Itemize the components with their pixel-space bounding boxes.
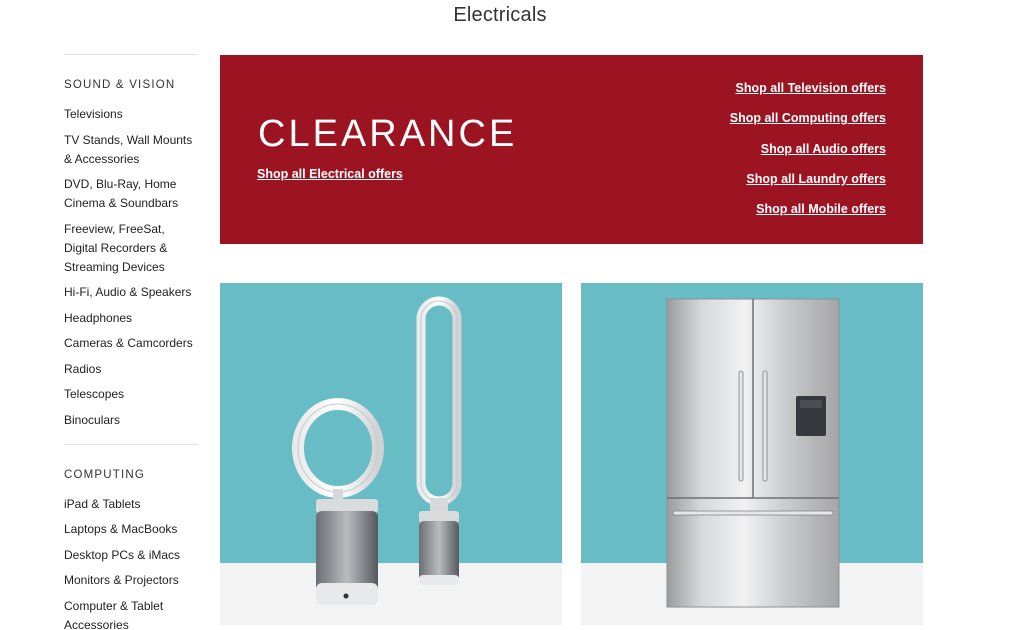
sidebar-item-radios[interactable]: Radios	[64, 360, 198, 379]
sidebar-item-monitors[interactable]: Monitors & Projectors	[64, 571, 198, 590]
sidebar-item-tv-stands[interactable]: TV Stands, Wall Mounts & Accessories	[64, 131, 198, 169]
sidebar-item-freeview[interactable]: Freeview, FreeSat, Digital Recorders & S…	[64, 220, 198, 277]
sidebar-divider	[64, 443, 198, 445]
sidebar-item-dvd-bluray[interactable]: DVD, Blu-Ray, Home Cinema & Soundbars	[64, 175, 198, 213]
sidebar-item-headphones[interactable]: Headphones	[64, 309, 198, 328]
sidebar-item-binoculars[interactable]: Binoculars	[64, 411, 198, 430]
page-title: Electricals	[453, 4, 547, 26]
sidebar-item-ipad-tablets[interactable]: iPad & Tablets	[64, 495, 198, 514]
sidebar-divider	[64, 54, 198, 55]
sound-vision-list: Televisions TV Stands, Wall Mounts & Acc…	[64, 105, 198, 430]
sidebar-item-desktops[interactable]: Desktop PCs & iMacs	[64, 546, 198, 565]
fan-purifier-tile[interactable]	[220, 283, 562, 625]
banner-offer-links: Shop all Television offers Shop all Comp…	[730, 81, 886, 232]
sidebar-nav: SOUND & VISION Televisions TV Stands, Wa…	[64, 54, 198, 630]
fridge-freezer-tile[interactable]	[581, 283, 923, 625]
section-heading-computing: COMPUTING	[64, 468, 146, 481]
shop-computing-offers-link[interactable]: Shop all Computing offers	[730, 111, 886, 141]
shop-laundry-offers-link[interactable]: Shop all Laundry offers	[730, 172, 886, 202]
shop-all-electrical-link[interactable]: Shop all Electrical offers	[257, 167, 403, 181]
fridge-freezer-image	[666, 298, 840, 608]
sidebar-item-cameras[interactable]: Cameras & Camcorders	[64, 334, 198, 353]
sidebar-item-hifi[interactable]: Hi-Fi, Audio & Speakers	[64, 283, 198, 302]
sidebar-item-computer-accessories[interactable]: Computer & Tablet Accessories	[64, 597, 198, 630]
fan-purifier-image	[292, 296, 462, 605]
section-heading-sound-vision: SOUND & VISION	[64, 79, 176, 91]
shop-mobile-offers-link[interactable]: Shop all Mobile offers	[730, 202, 886, 232]
banner-title: CLEARANCE	[258, 113, 518, 155]
sidebar-section-computing: COMPUTING iPad & Tablets Laptops & MacBo…	[64, 443, 198, 630]
sidebar-section-sound-vision: SOUND & VISION Televisions TV Stands, Wa…	[64, 79, 198, 430]
clearance-banner: CLEARANCE Shop all Electrical offers Sho…	[220, 55, 923, 244]
shop-audio-offers-link[interactable]: Shop all Audio offers	[730, 142, 886, 172]
sidebar-item-laptops[interactable]: Laptops & MacBooks	[64, 520, 198, 539]
sidebar-item-telescopes[interactable]: Telescopes	[64, 385, 198, 404]
sidebar-item-televisions[interactable]: Televisions	[64, 105, 198, 124]
computing-list: iPad & Tablets Laptops & MacBooks Deskto…	[64, 495, 198, 630]
shop-television-offers-link[interactable]: Shop all Television offers	[730, 81, 887, 111]
